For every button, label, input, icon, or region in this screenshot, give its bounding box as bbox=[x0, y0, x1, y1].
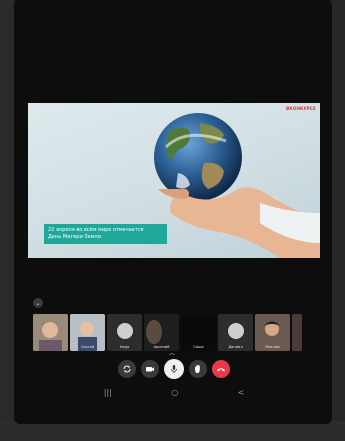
chevron-up-icon[interactable]: ︿ bbox=[166, 351, 178, 357]
phone-hangup-icon bbox=[217, 368, 225, 372]
participant-name: Сергей bbox=[80, 345, 95, 349]
android-nav-bar: ||| ○ < bbox=[74, 385, 274, 399]
participant-tile-partial[interactable] bbox=[292, 314, 302, 351]
slide-logo: ВКОНКУРСЕ bbox=[286, 106, 316, 111]
participant-name: Даниил bbox=[228, 345, 243, 349]
back-button[interactable]: < bbox=[238, 388, 245, 397]
wall-left bbox=[0, 0, 14, 441]
raise-hand-button[interactable] bbox=[189, 360, 207, 378]
end-call-button[interactable] bbox=[212, 360, 230, 378]
microphone-icon bbox=[171, 365, 177, 373]
video-button[interactable] bbox=[141, 360, 159, 378]
participant-tile[interactable]: Саша bbox=[181, 314, 216, 351]
hand-icon bbox=[195, 364, 200, 373]
participant-tile[interactable] bbox=[33, 314, 68, 351]
caption-line-2: День Матери-Земли. bbox=[48, 234, 103, 240]
participant-tile[interactable]: Арсений bbox=[144, 314, 179, 351]
participant-tile[interactable]: Сергей bbox=[70, 314, 105, 351]
home-button[interactable]: ○ bbox=[171, 388, 178, 397]
video-camera-icon bbox=[146, 367, 154, 372]
slide-caption: 22 апреля во всём мире отмечается День М… bbox=[44, 224, 167, 244]
participant-strip[interactable]: Сергей Надя Арсений Саша Даниил Максим bbox=[33, 314, 323, 351]
wall-right bbox=[331, 0, 345, 441]
status-bar bbox=[14, 0, 332, 14]
recents-button[interactable]: ||| bbox=[104, 388, 112, 397]
participant-tile[interactable]: Даниил bbox=[218, 314, 253, 351]
tablet-screen: ВКОНКУРСЕ 22 апреля во всём мире отмечае… bbox=[14, 0, 332, 424]
avatar bbox=[227, 322, 244, 339]
collapse-chevron-icon[interactable]: ⌄ bbox=[33, 298, 43, 308]
microphone-button[interactable] bbox=[164, 359, 184, 379]
participant-name: Арсений bbox=[153, 345, 170, 349]
participant-name: Надя bbox=[119, 345, 130, 349]
participant-name: Саша bbox=[193, 345, 204, 349]
camera-flip-icon bbox=[123, 365, 131, 373]
call-controls bbox=[94, 358, 254, 380]
participant-tile[interactable]: Максим bbox=[255, 314, 290, 351]
video-feed bbox=[33, 314, 68, 351]
avatar bbox=[116, 322, 133, 339]
shared-slide[interactable]: ВКОНКУРСЕ 22 апреля во всём мире отмечае… bbox=[28, 103, 320, 258]
participant-tile[interactable]: Надя bbox=[107, 314, 142, 351]
caption-line-1: 22 апреля во всём мире отмечается bbox=[48, 227, 144, 233]
participant-name: Максим bbox=[265, 345, 280, 349]
camera-flip-button[interactable] bbox=[118, 360, 136, 378]
photo-frame: ВКОНКУРСЕ 22 апреля во всём мире отмечае… bbox=[0, 0, 345, 441]
desk-surface bbox=[0, 421, 345, 441]
